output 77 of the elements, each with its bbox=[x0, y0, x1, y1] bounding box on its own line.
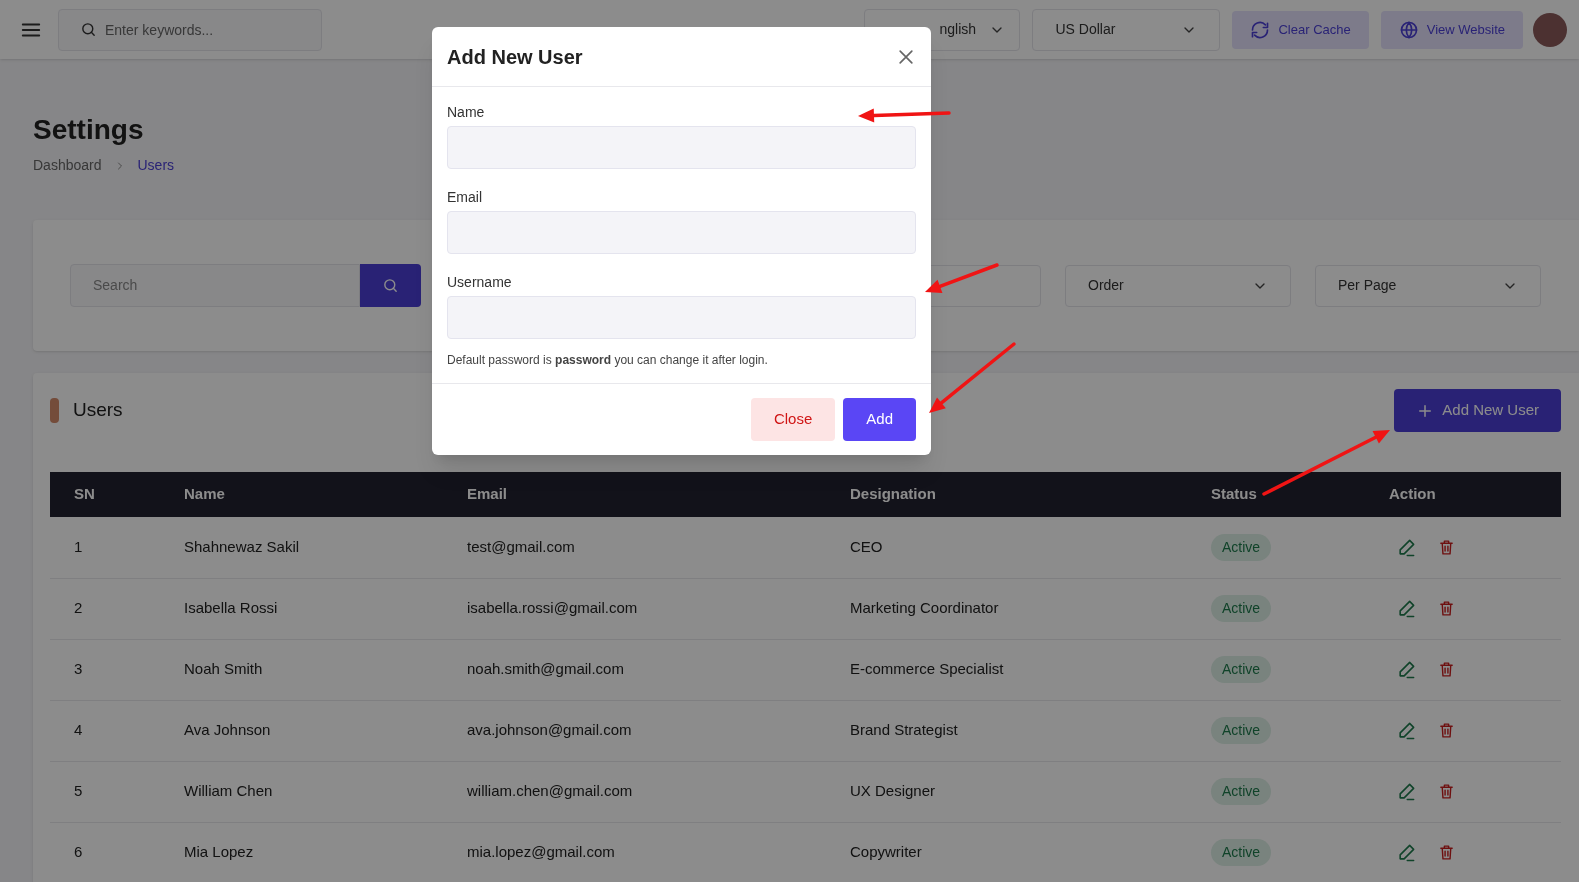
pencil-icon[interactable] bbox=[1397, 843, 1416, 862]
filter-dropdown[interactable]: Per Page bbox=[1315, 264, 1541, 307]
column-header: Email bbox=[443, 472, 826, 517]
table-cell: Marketing Coordinator bbox=[826, 578, 1187, 639]
search-field[interactable]: Search bbox=[70, 264, 360, 307]
title-accent-bar bbox=[50, 398, 59, 423]
column-header: Status bbox=[1187, 472, 1365, 517]
password-note: Default password is password you can change it after login. bbox=[447, 352, 769, 369]
input-field[interactable] bbox=[447, 296, 916, 339]
table-cell: Brand Strategist bbox=[826, 700, 1187, 761]
section-title: Users bbox=[73, 398, 123, 423]
table-cell: 5 bbox=[50, 761, 160, 822]
input-field[interactable] bbox=[447, 211, 916, 254]
add-button[interactable]: Add bbox=[843, 398, 916, 441]
status-badge: Active bbox=[1211, 533, 1272, 561]
table-cell: 4 bbox=[50, 700, 160, 761]
status-badge: Active bbox=[1211, 778, 1272, 805]
avatar[interactable] bbox=[1533, 12, 1567, 47]
table-cell: isabella.rossi@gmail.com bbox=[443, 578, 826, 639]
trash-icon[interactable] bbox=[1438, 783, 1455, 800]
search-field[interactable]: Enter keywords... bbox=[58, 8, 322, 51]
trash-icon[interactable] bbox=[1438, 844, 1455, 861]
table-cell: Shahnewaz Sakil bbox=[160, 517, 443, 578]
table-cell: William Chen bbox=[160, 761, 443, 822]
input-field[interactable] bbox=[447, 126, 916, 169]
trash-icon[interactable] bbox=[1438, 661, 1455, 678]
add-new-user-button[interactable]: Add New User bbox=[1394, 389, 1561, 432]
pencil-icon[interactable] bbox=[1397, 782, 1416, 801]
trash-icon[interactable] bbox=[1438, 600, 1455, 617]
column-header: SN bbox=[50, 472, 160, 517]
table-cell: noah.smith@gmail.com bbox=[443, 639, 826, 700]
field-label: Username bbox=[447, 273, 512, 292]
filter-dropdown[interactable]: Order bbox=[1065, 264, 1291, 307]
close-button[interactable]: Close bbox=[750, 398, 836, 441]
table-cell: Isabella Rossi bbox=[160, 578, 443, 639]
table-cell: william.chen@gmail.com bbox=[443, 761, 826, 822]
table-cell: mia.lopez@gmail.com bbox=[443, 822, 826, 882]
clear-cache-button[interactable]: Clear Cache bbox=[1232, 10, 1369, 49]
pencil-icon[interactable] bbox=[1397, 537, 1416, 557]
field-label: Name bbox=[447, 103, 485, 122]
table-cell: Noah Smith bbox=[160, 639, 443, 700]
status-badge: Active bbox=[1211, 656, 1272, 683]
breadcrumb-link[interactable]: Dashboard bbox=[33, 155, 102, 176]
table-cell: test@gmail.com bbox=[443, 517, 826, 578]
pencil-icon[interactable] bbox=[1397, 721, 1416, 740]
table-cell: 6 bbox=[50, 822, 160, 882]
column-header: Designation bbox=[826, 472, 1187, 517]
column-header: Action bbox=[1365, 472, 1561, 517]
status-badge: Active bbox=[1211, 717, 1272, 744]
breadcrumb-link[interactable]: Users bbox=[137, 155, 175, 176]
search-icon bbox=[80, 20, 97, 38]
pencil-icon[interactable] bbox=[1397, 599, 1416, 618]
status-badge: Active bbox=[1211, 839, 1272, 866]
globe-icon bbox=[1398, 19, 1419, 40]
table-cell: UX Designer bbox=[826, 761, 1187, 822]
status-badge: Active bbox=[1211, 595, 1272, 622]
modal-title: Add New User bbox=[447, 44, 583, 70]
table-cell: 3 bbox=[50, 639, 160, 700]
table-cell: 1 bbox=[50, 517, 160, 578]
table-cell: Copywriter bbox=[826, 822, 1187, 882]
refresh-icon bbox=[1250, 19, 1271, 40]
table-cell: E-commerce Specialist bbox=[826, 639, 1187, 700]
table-cell: Mia Lopez bbox=[160, 822, 443, 882]
page-title: Settings bbox=[33, 113, 144, 147]
table-cell: CEO bbox=[826, 517, 1187, 578]
field-label: Email bbox=[447, 188, 482, 207]
column-header: Name bbox=[160, 472, 443, 517]
search-icon bbox=[382, 277, 399, 294]
trash-icon[interactable] bbox=[1438, 538, 1455, 556]
table-cell: 2 bbox=[50, 578, 160, 639]
search-button[interactable] bbox=[360, 264, 421, 307]
table-cell: ava.johnson@gmail.com bbox=[443, 700, 826, 761]
view-website-button[interactable]: View Website bbox=[1380, 10, 1523, 49]
table-cell: Ava Johnson bbox=[160, 700, 443, 761]
currency-dropdown[interactable]: US Dollar bbox=[1032, 8, 1221, 51]
pencil-icon[interactable] bbox=[1397, 660, 1416, 679]
trash-icon[interactable] bbox=[1438, 722, 1455, 739]
